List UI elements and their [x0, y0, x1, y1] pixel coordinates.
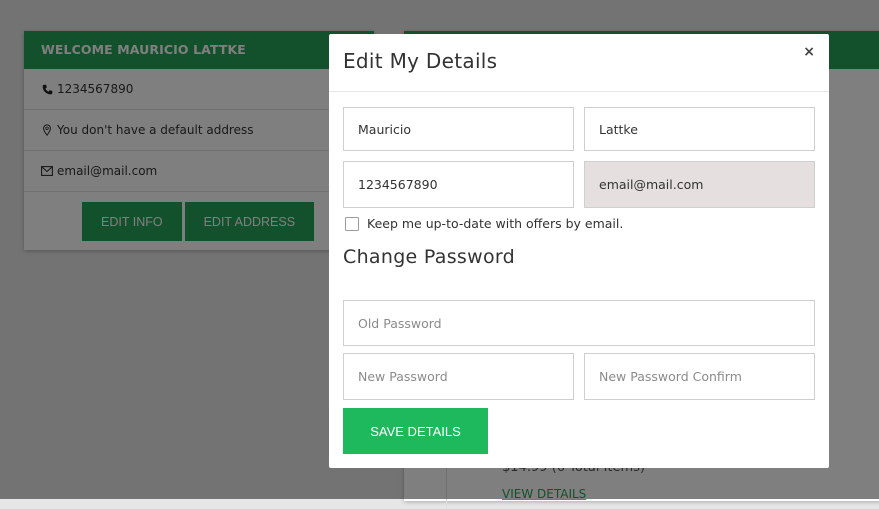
- email-input[interactable]: [584, 161, 815, 208]
- first-name-input[interactable]: [343, 107, 574, 151]
- newsletter-checkbox[interactable]: [345, 216, 359, 231]
- close-icon[interactable]: ×: [803, 44, 815, 60]
- save-details-button[interactable]: SAVE DETAILS: [343, 408, 488, 454]
- confirm-password-input[interactable]: [584, 353, 815, 400]
- modal-title: Edit My Details: [343, 49, 498, 73]
- newsletter-label: Keep me up-to-date with offers by email.: [367, 216, 624, 231]
- newsletter-option[interactable]: Keep me up-to-date with offers by email.: [345, 216, 623, 231]
- change-password-title: Change Password: [343, 246, 516, 268]
- new-password-input[interactable]: [343, 353, 574, 400]
- modal-header: Edit My Details ×: [329, 34, 829, 92]
- old-password-input[interactable]: [343, 300, 815, 346]
- edit-details-modal: Edit My Details × Keep me up-to-date wit…: [329, 34, 829, 468]
- phone-input[interactable]: [343, 161, 574, 208]
- last-name-input[interactable]: [584, 107, 815, 151]
